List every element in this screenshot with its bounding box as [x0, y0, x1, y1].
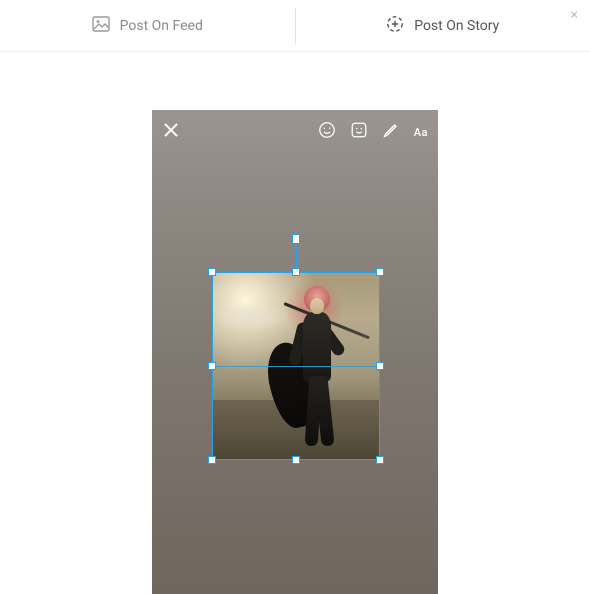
selected-image-frame[interactable]: [212, 272, 380, 460]
tab-post-on-story[interactable]: Post On Story: [296, 0, 590, 51]
dialog-close-button[interactable]: ×: [571, 8, 578, 22]
story-canvas[interactable]: Aa: [152, 110, 438, 594]
resize-handle-s[interactable]: [292, 456, 300, 464]
story-close-button[interactable]: [162, 121, 180, 143]
resize-handle-nw[interactable]: [208, 268, 216, 276]
tab-post-on-feed[interactable]: Post On Feed: [0, 0, 295, 51]
image-icon: [92, 16, 110, 36]
editor-stage: Aa: [0, 52, 590, 594]
rotate-handle[interactable]: [292, 234, 300, 244]
resize-handle-se[interactable]: [376, 456, 384, 464]
resize-handle-ne[interactable]: [376, 268, 384, 276]
plus-circle-icon: [386, 15, 404, 37]
resize-handle-n[interactable]: [292, 268, 300, 276]
resize-handle-sw[interactable]: [208, 456, 216, 464]
tab-label: Post On Feed: [120, 18, 203, 34]
sticker-icon[interactable]: [350, 121, 368, 143]
draw-icon[interactable]: [382, 121, 400, 143]
tab-label: Post On Story: [414, 18, 499, 34]
resize-handle-e[interactable]: [376, 362, 384, 370]
text-tool-button[interactable]: Aa: [414, 126, 428, 139]
post-type-tabs: Post On Feed Post On Story ×: [0, 0, 590, 52]
emoji-icon[interactable]: [318, 121, 336, 143]
resize-handle-w[interactable]: [208, 362, 216, 370]
story-editor-topbar: Aa: [152, 120, 438, 144]
story-image-content: [212, 272, 380, 460]
